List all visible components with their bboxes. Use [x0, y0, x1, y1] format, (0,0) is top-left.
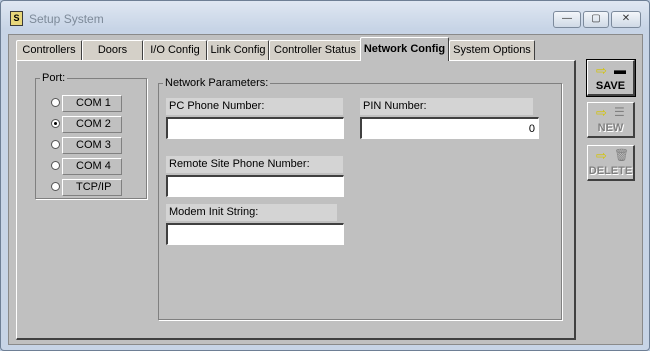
tab-system-options[interactable]: System Options — [449, 40, 535, 60]
new-label: NEW — [597, 122, 624, 134]
pin-number-input[interactable] — [360, 117, 539, 139]
radio-com3[interactable]: COM 3 — [51, 137, 122, 154]
modem-init-label: Modem Init String: — [166, 204, 337, 221]
arrow-right-icon: ⇨ — [596, 105, 607, 120]
pc-phone-label: PC Phone Number: — [166, 98, 343, 115]
radio-indicator-icon — [51, 98, 60, 107]
remote-phone-input[interactable] — [166, 175, 344, 197]
new-button[interactable]: ⇨ ☰ NEW — [587, 102, 635, 138]
window-title: Setup System — [29, 12, 104, 26]
minimize-button[interactable]: — — [553, 11, 581, 28]
network-parameters-label: Network Parameters: — [163, 77, 271, 89]
arrow-right-icon: ⇨ — [596, 63, 607, 78]
radio-com2[interactable]: COM 2 — [51, 116, 122, 133]
trash-icon: 🗑 — [614, 148, 630, 162]
tab-controllers[interactable]: Controllers — [16, 40, 82, 60]
radio-com1-label: COM 1 — [76, 97, 111, 109]
title-bar[interactable]: S Setup System — ▢ ✕ — [1, 1, 649, 35]
remote-phone-label: Remote Site Phone Number: — [166, 156, 343, 173]
delete-label: DELETE — [588, 165, 633, 177]
tab-network-config[interactable]: Network Config — [360, 37, 449, 61]
tab-controller-status[interactable]: Controller Status — [269, 40, 361, 60]
network-parameters-group: Network Parameters: PC Phone Number: PIN… — [158, 77, 562, 320]
pc-phone-input[interactable] — [166, 117, 344, 139]
radio-com2-label: COM 2 — [76, 118, 111, 130]
radio-com1[interactable]: COM 1 — [51, 95, 122, 112]
arrow-right-icon: ⇨ — [596, 148, 607, 163]
tab-link-config[interactable]: Link Config — [207, 40, 269, 60]
list-icon: ☰ — [614, 105, 625, 119]
modem-init-input[interactable] — [166, 223, 344, 245]
delete-button[interactable]: ⇨ 🗑 DELETE — [587, 145, 635, 181]
app-icon: S — [10, 11, 23, 26]
tab-doors[interactable]: Doors — [82, 40, 143, 60]
network-config-panel: Port: COM 1 COM 2 COM 3 COM 4 TCP/IP Net… — [16, 60, 576, 340]
radio-indicator-icon — [51, 161, 60, 170]
port-group-label: Port: — [40, 72, 68, 84]
save-label: SAVE — [595, 80, 626, 92]
tab-io-config[interactable]: I/O Config — [143, 40, 207, 60]
radio-indicator-icon — [51, 140, 60, 149]
port-group: Port: COM 1 COM 2 COM 3 COM 4 TCP/IP — [35, 72, 147, 199]
pin-number-label: PIN Number: — [360, 98, 533, 115]
radio-com3-label: COM 3 — [76, 139, 111, 151]
maximize-button[interactable]: ▢ — [583, 11, 609, 28]
save-icon: ▬ — [614, 63, 626, 77]
save-button[interactable]: ⇨ ▬ SAVE — [586, 59, 636, 97]
radio-tcpip-label: TCP/IP — [76, 181, 112, 193]
radio-tcpip[interactable]: TCP/IP — [51, 179, 122, 196]
radio-com4[interactable]: COM 4 — [51, 158, 122, 175]
close-button[interactable]: ✕ — [611, 11, 641, 28]
radio-com4-label: COM 4 — [76, 160, 111, 172]
setup-system-window: S Setup System — ▢ ✕ Controllers Doors I… — [0, 0, 650, 351]
client-area: Controllers Doors I/O Config Link Config… — [8, 34, 643, 345]
radio-indicator-icon — [51, 182, 60, 191]
radio-checked-icon — [51, 119, 60, 128]
